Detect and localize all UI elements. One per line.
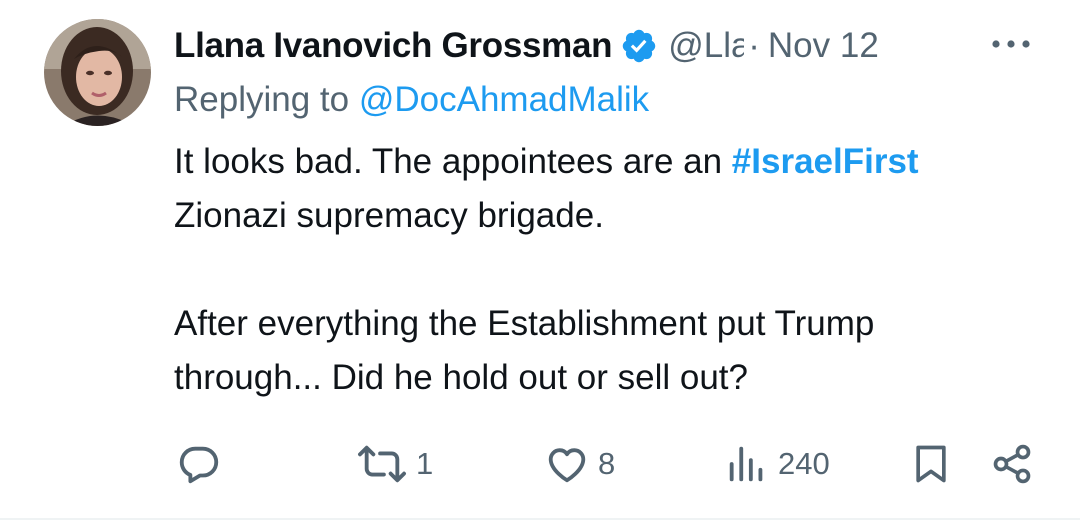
retweet-button[interactable]: 1 (356, 436, 433, 492)
tweet-text-line: After everything the Establishment put T… (174, 304, 875, 343)
action-bar: 1 8 240 (0, 436, 1080, 492)
share-button[interactable] (990, 436, 1034, 492)
bar-chart-icon (729, 446, 763, 482)
verified-badge-icon (623, 29, 656, 63)
retweet-count: 1 (416, 446, 434, 481)
bookmark-button[interactable] (909, 436, 953, 492)
like-count: 8 (598, 446, 616, 481)
tweet-text-line: Zionazi supremacy brigade. (174, 196, 604, 235)
tweet-card[interactable]: Llana Ivanovich Grossman @Llana · Nov 12… (0, 0, 1080, 526)
more-options-icon[interactable] (990, 34, 1032, 54)
replying-to-mention[interactable]: @DocAhmadMalik (359, 80, 649, 119)
heart-icon (548, 448, 586, 483)
share-icon (993, 444, 1031, 484)
replying-to: Replying to @DocAhmadMalik (174, 80, 649, 120)
tweet-text-line: through... Did he hold out or sell out? (174, 358, 748, 397)
author-handle[interactable]: @Llana (668, 26, 744, 66)
tweet-header: Llana Ivanovich Grossman @Llana · Nov 12 (174, 22, 1054, 70)
like-button[interactable]: 8 (544, 436, 615, 492)
retweet-icon (358, 445, 406, 483)
views-button[interactable]: 240 (724, 436, 830, 492)
separator-dot: · (748, 26, 760, 65)
tweet-date[interactable]: Nov 12 (768, 26, 879, 66)
tweet-text-line: It looks bad. The appointees are an #Isr… (174, 135, 1054, 189)
hashtag-link[interactable]: #IsraelFirst (732, 142, 919, 181)
views-count: 240 (778, 446, 830, 481)
avatar[interactable] (44, 19, 151, 126)
reply-icon (179, 446, 219, 484)
tweet-text-segment: It looks bad. The appointees are an (174, 142, 732, 181)
author-name[interactable]: Llana Ivanovich Grossman (174, 26, 613, 66)
bookmark-icon (916, 445, 946, 483)
replying-prefix: Replying to (174, 80, 359, 119)
reply-button[interactable] (176, 436, 222, 492)
tweet-text: It looks bad. The appointees are an #Isr… (174, 135, 1054, 405)
divider (0, 518, 1080, 520)
